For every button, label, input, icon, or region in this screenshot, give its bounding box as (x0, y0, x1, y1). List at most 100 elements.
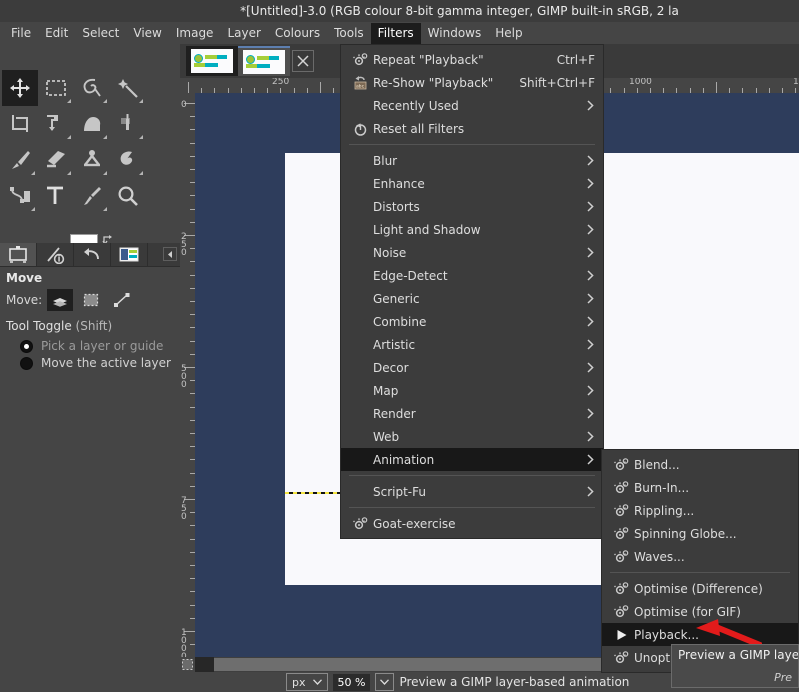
filters-menu-item-animation[interactable]: Animation (341, 448, 603, 471)
filters-menu: Repeat "Playback"Ctrl+FabcRe-Show "Playb… (340, 44, 604, 539)
move-selection-mode-button[interactable] (78, 289, 104, 311)
paths-tool[interactable] (2, 178, 38, 214)
filters-menu-item-render[interactable]: Render (341, 402, 603, 425)
eraser-tool[interactable] (38, 142, 74, 178)
filters-menu-item-goat-exercise[interactable]: Goat-exercise (341, 512, 603, 535)
text-tool[interactable] (38, 178, 74, 214)
zoom-dropdown-button[interactable] (375, 673, 394, 691)
chevron-right-icon (585, 432, 595, 442)
filters-menu-item-blur[interactable]: Blur (341, 149, 603, 172)
vertical-ruler[interactable]: 02505007501000 (180, 93, 195, 657)
filters-menu-item-combine[interactable]: Combine (341, 310, 603, 333)
animation-menu-item-rippling[interactable]: Rippling... (602, 499, 798, 522)
unit-select[interactable]: px (286, 673, 328, 691)
dock-menu-button[interactable] (163, 247, 177, 261)
close-icon[interactable] (292, 50, 314, 72)
tool-options-panel: Move Move: (0, 267, 180, 692)
bucket-fill-tool[interactable] (74, 106, 110, 142)
menubar-item-help[interactable]: Help (488, 23, 529, 44)
tool-toggle-label-row: Tool Toggle (Shift) (6, 319, 174, 333)
menubar-item-select[interactable]: Select (75, 23, 126, 44)
filters-menu-item-edge-detect[interactable]: Edge-Detect (341, 264, 603, 287)
device-status-tab[interactable] (37, 243, 74, 266)
tool-options-tab[interactable] (0, 243, 37, 266)
menubar-item-windows[interactable]: Windows (421, 23, 489, 44)
menu-item-label: Blur (373, 154, 585, 168)
animation-menu-item-optimise-difference[interactable]: Optimise (Difference) (602, 577, 798, 600)
zoom-input[interactable]: 50 % (333, 674, 371, 691)
animation-menu-separator (610, 572, 790, 573)
images-tab[interactable] (111, 243, 148, 266)
menubar-item-layer[interactable]: Layer (220, 23, 267, 44)
chevron-right-icon (585, 340, 595, 350)
filters-menu-item-enhance[interactable]: Enhance (341, 172, 603, 195)
gear-repeat-icon (351, 516, 369, 532)
move-layer-mode-button[interactable] (47, 289, 73, 311)
filters-menu-item-decor[interactable]: Decor (341, 356, 603, 379)
animation-menu-item-spinning-globe[interactable]: Spinning Globe... (602, 522, 798, 545)
transform-tool[interactable] (38, 106, 74, 142)
ruler-label: 500 (181, 365, 189, 389)
smudge-tool[interactable] (110, 142, 146, 178)
menu-item-label: Reset all Filters (373, 122, 595, 136)
menubar-item-file[interactable]: File (4, 23, 38, 44)
colour-picker-tool[interactable] (74, 178, 110, 214)
clone-tool[interactable] (74, 142, 110, 178)
radio-label: Move the active layer (41, 356, 171, 370)
animation-menu-item-blend[interactable]: Blend... (602, 453, 798, 476)
filters-menu-item-light-and-shadow[interactable]: Light and Shadow (341, 218, 603, 241)
menu-item-label: Light and Shadow (373, 223, 585, 237)
tool-toggle-radio-0[interactable]: Pick a layer or guide (20, 339, 174, 353)
animation-menu-item-burn-in[interactable]: Burn-In... (602, 476, 798, 499)
filters-menu-item-re-show-playback[interactable]: abcRe-Show "Playback"Shift+Ctrl+F (341, 71, 603, 94)
filters-menu-item-artistic[interactable]: Artistic (341, 333, 603, 356)
filters-menu-item-recently-used[interactable]: Recently Used (341, 94, 603, 117)
menubar-item-colours[interactable]: Colours (268, 23, 327, 44)
filters-menu-item-distorts[interactable]: Distorts (341, 195, 603, 218)
gear-plugin-icon (612, 650, 630, 666)
menubar-item-edit[interactable]: Edit (38, 23, 75, 44)
radio-button-icon[interactable] (20, 340, 33, 353)
image-tab-2[interactable] (238, 46, 290, 76)
menubar-item-view[interactable]: View (126, 23, 168, 44)
quick-mask-toggle[interactable] (180, 657, 195, 672)
ruler-label: 125 (793, 78, 799, 87)
menubar-item-tools[interactable]: Tools (327, 23, 371, 44)
move-mode-row: Move: (6, 289, 174, 311)
gradient-tool[interactable] (110, 106, 146, 142)
gear-plugin-icon (612, 526, 630, 542)
filters-menu-item-generic[interactable]: Generic (341, 287, 603, 310)
menubar-item-filters[interactable]: Filters (371, 23, 421, 44)
move-tool[interactable] (2, 70, 38, 106)
animation-menu-item-waves[interactable]: Waves... (602, 545, 798, 568)
radio-button-icon[interactable] (20, 357, 33, 370)
tool-toggle-radio-1[interactable]: Move the active layer (20, 356, 174, 370)
rectangle-select-tool[interactable] (38, 70, 74, 106)
filters-menu-item-map[interactable]: Map (341, 379, 603, 402)
filters-menu-item-script-fu[interactable]: Script-Fu (341, 480, 603, 503)
menu-item-label: Goat-exercise (373, 517, 595, 531)
crop-tool[interactable] (2, 106, 38, 142)
filters-menu-item-reset-all-filters[interactable]: Reset all Filters (341, 117, 603, 140)
thumbnail-text-line-2 (194, 63, 218, 67)
filters-menu-item-noise[interactable]: Noise (341, 241, 603, 264)
tooltip-line-1: Preview a GIMP layer-b (678, 648, 792, 662)
filters-menu-item-repeat-playback[interactable]: Repeat "Playback"Ctrl+F (341, 48, 603, 71)
chevron-right-icon (585, 271, 595, 281)
window-titlebar: *[Untitled]-3.0 (RGB colour 8-bit gamma … (0, 0, 799, 22)
animation-menu-item-optimise-for-gif[interactable]: Optimise (for GIF) (602, 600, 798, 623)
fuzzy-select-tool[interactable] (110, 70, 146, 106)
zoom-tool[interactable] (110, 178, 146, 214)
thumbnail-text-line-1 (205, 55, 227, 59)
animation-menu-item-playback[interactable]: Playback... (602, 623, 798, 646)
undo-history-tab[interactable] (74, 243, 111, 266)
chevron-right-icon (585, 202, 595, 212)
tool-group-triangle-icon (31, 171, 35, 175)
paintbrush-tool[interactable] (2, 142, 38, 178)
image-tab-1[interactable] (186, 46, 238, 76)
menubar-item-image[interactable]: Image (169, 23, 221, 44)
move-path-mode-button[interactable] (109, 289, 135, 311)
filters-menu-item-web[interactable]: Web (341, 425, 603, 448)
chevron-right-icon (585, 487, 595, 497)
free-select-tool[interactable] (74, 70, 110, 106)
